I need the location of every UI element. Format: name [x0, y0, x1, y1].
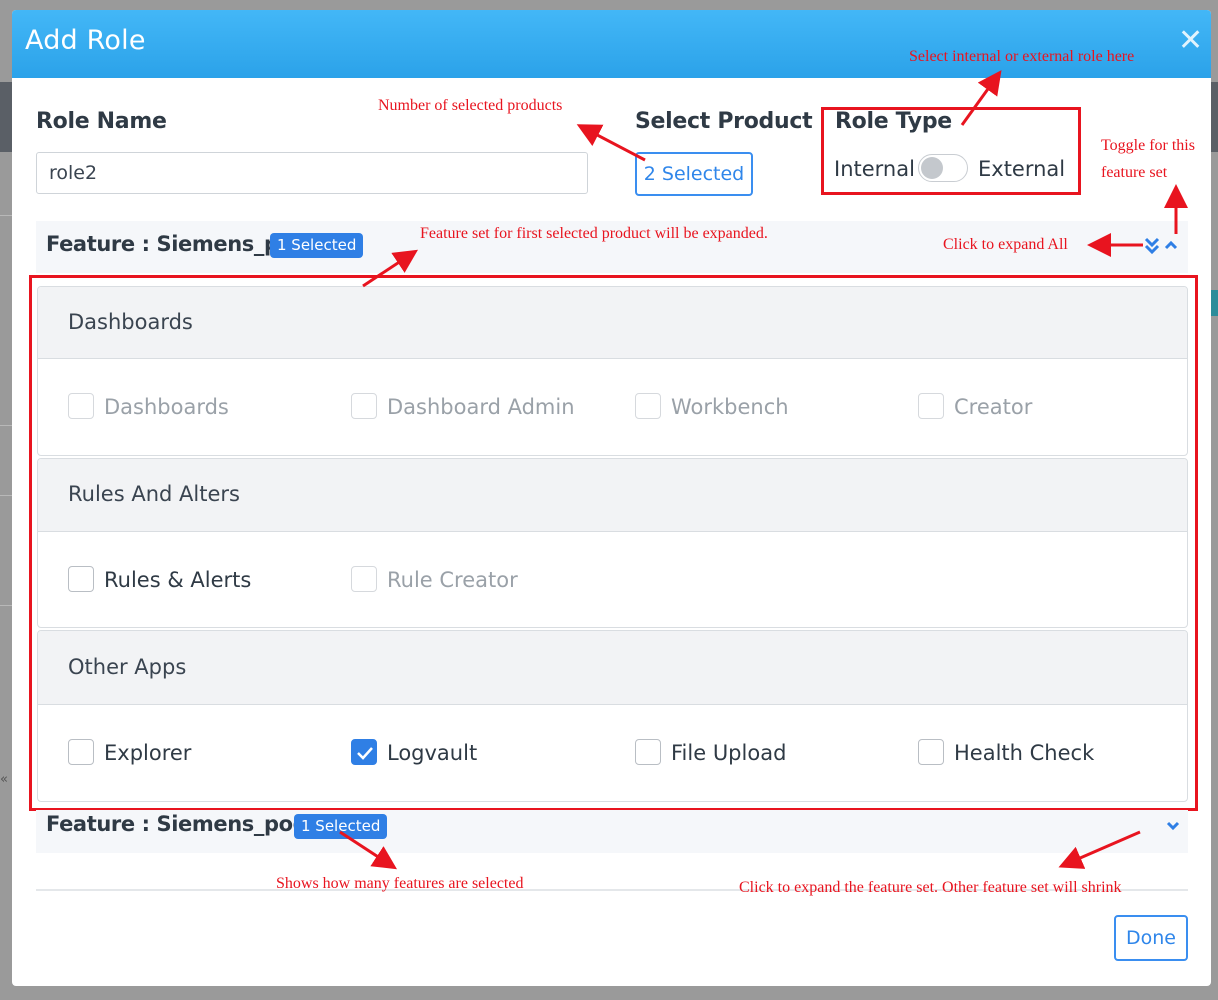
feature-checkbox-label: File Upload	[671, 741, 787, 765]
annotation-toggle: Toggle for this feature set	[1101, 132, 1195, 186]
feature-checkbox-label: Workbench	[671, 395, 789, 419]
feature-group-title: Rules And Alters	[68, 482, 240, 506]
feature-title: Feature : Siemens_pod80	[46, 812, 336, 836]
background-pager-icon: «	[0, 772, 8, 787]
feature-checkbox-label: Health Check	[954, 741, 1095, 765]
background-divider	[0, 215, 12, 216]
selected-count-badge: 1 Selected	[270, 233, 364, 258]
checkmark-icon	[357, 747, 373, 760]
feature-group-header: Rules And Alters	[38, 459, 1187, 532]
annotation-role-type: Select internal or external role here	[909, 48, 1135, 65]
feature-group-card: Other Apps Explorer Logvault File Upload…	[37, 630, 1188, 802]
annotation-toggle-line1: Toggle for this	[1101, 137, 1195, 154]
annotation-product-count: Number of selected products	[378, 97, 563, 114]
annotation-badge: Shows how many features are selected	[276, 875, 524, 892]
expand-all-icon[interactable]	[1144, 236, 1160, 256]
modal-title: Add Role	[25, 25, 146, 56]
role-name-input[interactable]	[36, 152, 588, 194]
background-divider	[0, 495, 12, 496]
add-role-modal: Add Role ✕ Role Name Select Product 2 Se…	[12, 10, 1211, 986]
feature-checkbox[interactable]	[351, 393, 377, 419]
feature-group-title: Other Apps	[68, 655, 187, 679]
feature-checkbox-label: Rules & Alerts	[104, 568, 252, 592]
done-button[interactable]: Done	[1114, 915, 1188, 961]
role-type-label: Role Type	[835, 109, 952, 134]
annotation-first-expanded: Feature set for first selected product w…	[420, 225, 768, 242]
feature-group-card: Dashboards Dashboards Dashboard Admin Wo…	[37, 286, 1188, 456]
feature-checkbox[interactable]	[918, 393, 944, 419]
feature-checkbox[interactable]	[68, 739, 94, 765]
annotation-expand-feature: Click to expand the feature set. Other f…	[739, 879, 1122, 896]
close-icon[interactable]: ✕	[1178, 26, 1203, 56]
feature-group-header: Dashboards	[38, 287, 1187, 359]
feature-checkbox[interactable]	[635, 739, 661, 765]
feature-checkbox-label: Dashboards	[104, 395, 229, 419]
feature-checkbox-label: Explorer	[104, 741, 192, 765]
feature-checkbox[interactable]	[68, 393, 94, 419]
toggle-knob	[921, 157, 943, 179]
role-type-external-label: External	[978, 157, 1066, 181]
select-product-dropdown[interactable]: 2 Selected	[635, 152, 753, 196]
chevron-down-icon[interactable]	[1166, 820, 1180, 832]
feature-group-header: Other Apps	[38, 631, 1187, 705]
selected-count-badge: 1 Selected	[294, 814, 388, 839]
role-type-toggle[interactable]	[918, 154, 968, 182]
feature-checkbox[interactable]	[918, 739, 944, 765]
feature-checkbox-label: Dashboard Admin	[387, 395, 575, 419]
background-divider	[0, 425, 12, 426]
feature-checkbox[interactable]	[635, 393, 661, 419]
feature-checkbox[interactable]	[68, 566, 94, 592]
feature-checkbox[interactable]	[351, 566, 377, 592]
feature-title: Feature : Siemens_pod	[46, 232, 308, 256]
feature-checkbox-label: Creator	[954, 395, 1033, 419]
feature-header-siemens-pod80[interactable]: Feature : Siemens_pod80 1 Selected	[36, 810, 1188, 853]
feature-checkbox-checked[interactable]	[351, 739, 377, 765]
role-name-label: Role Name	[36, 109, 167, 134]
annotation-expand-all: Click to expand All	[943, 236, 1068, 253]
feature-checkbox-label: Logvault	[387, 741, 478, 765]
feature-group-title: Dashboards	[68, 310, 193, 334]
annotation-toggle-line2: feature set	[1101, 164, 1168, 181]
feature-group-card: Rules And Alters Rules & Alerts Rule Cre…	[37, 458, 1188, 628]
select-product-label: Select Product	[635, 109, 813, 134]
role-type-internal-label: Internal	[834, 157, 915, 181]
background-divider	[0, 605, 12, 606]
feature-checkbox-label: Rule Creator	[387, 568, 518, 592]
chevron-up-icon[interactable]	[1164, 239, 1178, 251]
modal-header: Add Role ✕	[12, 10, 1211, 78]
